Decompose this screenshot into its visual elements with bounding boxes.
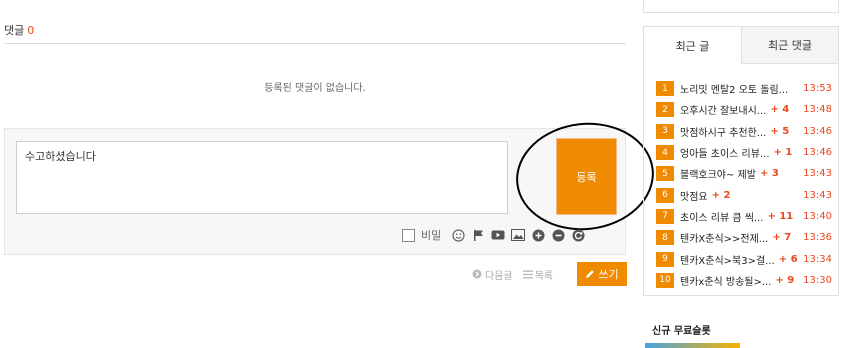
comment-input[interactable]: 수고하셨습니다 <box>16 141 508 214</box>
pencil-icon <box>586 270 595 278</box>
post-title: 오후시간 잘보내시... <box>680 106 767 118</box>
tab-recent-posts[interactable]: 최근 글 <box>644 27 741 64</box>
post-time: 13:46 <box>803 125 832 137</box>
list-item[interactable]: 5 블랙호크야~ 제발 + 3 13:43 <box>656 163 832 184</box>
comments-count: 0 <box>27 24 35 37</box>
video-icon[interactable] <box>491 228 505 242</box>
comment-count: + 1 <box>773 147 793 159</box>
divider <box>4 43 626 44</box>
post-time: 13:43 <box>803 189 832 201</box>
post-time: 13:36 <box>803 232 832 244</box>
list-item[interactable]: 8 텐카X춘식>>전제... + 7 13:36 <box>656 227 832 248</box>
comment-count: + 4 <box>770 104 790 116</box>
secret-label: 비밀 <box>421 229 442 242</box>
empty-comments-message: 등록된 댓글이 없습니다. <box>264 83 366 94</box>
post-time: 13:43 <box>803 168 832 180</box>
post-title: 텐카x춘식 방송될>... <box>680 276 772 288</box>
rank-badge: 2 <box>656 102 674 118</box>
comment-count: + 5 <box>770 125 790 137</box>
post-title: 엉아들 초이스 리뷰... <box>680 149 770 161</box>
post-time: 13:30 <box>803 274 832 286</box>
plus-circle-icon[interactable] <box>531 228 545 242</box>
list-item[interactable]: 6 맛점요 + 2 13:43 <box>656 184 832 205</box>
secret-checkbox[interactable] <box>402 228 415 242</box>
list-label: 목록 <box>534 270 554 282</box>
post-time: 13:40 <box>803 210 832 222</box>
comments-header: 댓글 0 <box>4 22 34 38</box>
smile-icon[interactable] <box>451 228 465 242</box>
post-title: 맛점하시구 추천한... <box>680 127 767 139</box>
list-item[interactable]: 3 맛점하시구 추천한... + 5 13:46 <box>656 121 832 142</box>
comment-count: + 9 <box>775 274 795 286</box>
tab-recent-comments[interactable]: 최근 댓글 <box>741 27 838 64</box>
post-time: 13:34 <box>803 253 832 265</box>
refresh-icon[interactable] <box>571 228 585 242</box>
comment-count: + 2 <box>711 189 731 201</box>
next-post-label: 다음글 <box>485 270 513 282</box>
comments-label: 댓글 <box>4 24 25 37</box>
post-title: 맛점요 <box>680 191 708 203</box>
post-title: 노리밋 멘탈2 오토 돌림... <box>680 85 789 97</box>
list-item[interactable]: 2 오후시간 잘보내시... + 4 13:48 <box>656 99 832 120</box>
post-time: 13:46 <box>803 147 832 159</box>
comment-count: + 6 <box>778 253 798 265</box>
image-icon[interactable] <box>511 228 526 242</box>
rank-badge: 3 <box>656 123 674 139</box>
post-navigation: 다음글 목록 <box>472 262 553 286</box>
rank-badge: 6 <box>656 187 674 203</box>
new-free-slots-title: 신규 무료슬롯 <box>652 326 711 337</box>
sidebar-top-box <box>643 0 839 13</box>
rank-badge: 7 <box>656 208 674 224</box>
write-button[interactable]: 쓰기 <box>577 262 627 286</box>
list-item[interactable]: 1 노리밋 멘탈2 오토 돌림... 13:53 <box>656 78 832 99</box>
recent-posts-list: 1 노리밋 멘탈2 오토 돌림... 13:53 2 오후시간 잘보내시... … <box>656 78 832 291</box>
comment-count: + 11 <box>767 210 794 222</box>
slot-thumbnail[interactable] <box>645 343 740 348</box>
rank-badge: 10 <box>656 272 674 288</box>
list-item[interactable]: 10 텐카x춘식 방송될>... + 9 13:30 <box>656 270 832 291</box>
list-icon <box>522 270 533 278</box>
comment-count: + 3 <box>759 168 779 180</box>
rank-badge: 9 <box>656 251 674 267</box>
rank-badge: 8 <box>656 230 674 246</box>
post-time: 13:48 <box>803 104 832 116</box>
list-link[interactable]: 목록 <box>522 267 554 282</box>
editor-toolbar: 비밀 <box>402 227 585 243</box>
post-title: 텐카X춘식>>전제... <box>680 234 769 246</box>
next-post-link[interactable]: 다음글 <box>472 267 513 282</box>
rank-badge: 1 <box>656 81 674 97</box>
list-item[interactable]: 7 초이스 리뷰 큼 씩... + 11 13:40 <box>656 206 832 227</box>
write-label: 쓰기 <box>598 268 619 281</box>
rank-badge: 4 <box>656 145 674 161</box>
next-arrow-icon <box>472 269 482 279</box>
minus-circle-icon[interactable] <box>551 228 565 242</box>
post-title: 초이스 리뷰 큼 씩... <box>680 212 764 224</box>
flag-icon[interactable] <box>471 228 485 242</box>
rank-badge: 5 <box>656 166 674 182</box>
list-item[interactable]: 9 텐카X춘식>북3>걸... + 6 13:34 <box>656 248 832 269</box>
list-item[interactable]: 4 엉아들 초이스 리뷰... + 1 13:46 <box>656 142 832 163</box>
post-title: 블랙호크야~ 제발 <box>680 170 756 182</box>
post-time: 13:53 <box>803 83 832 95</box>
post-title: 텐카X춘식>북3>걸... <box>680 255 775 267</box>
comment-count: + 7 <box>772 232 792 244</box>
